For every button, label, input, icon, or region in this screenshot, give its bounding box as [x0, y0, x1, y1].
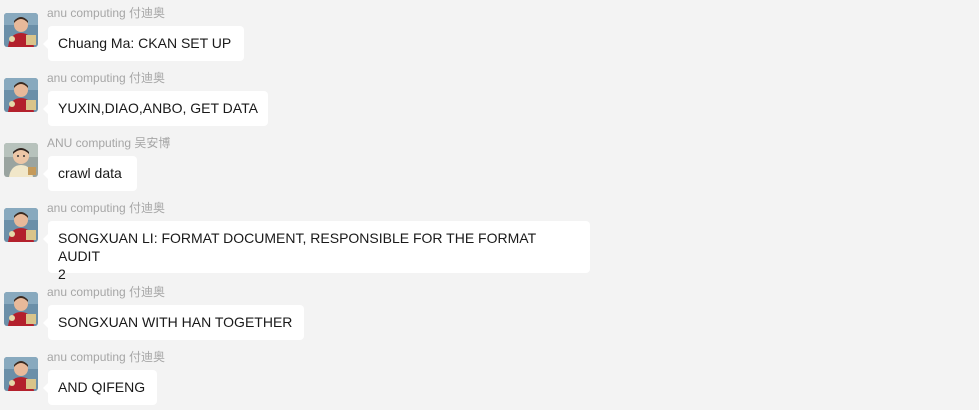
sender-avatar[interactable] [4, 357, 38, 391]
message-bubble[interactable]: crawl data [43, 156, 137, 191]
avatar-person-red-icon [4, 208, 38, 242]
message-bubble[interactable]: SONGXUAN WITH HAN TOGETHER [43, 305, 304, 340]
message-text: SONGXUAN WITH HAN TOGETHER [58, 314, 293, 330]
message-bubble[interactable]: YUXIN,DIAO,ANBO, GET DATA [43, 91, 268, 126]
message-text: Chuang Ma: CKAN SET UP [58, 35, 232, 51]
message-text: crawl data [58, 165, 122, 181]
sender-avatar[interactable] [4, 143, 38, 177]
sender-name: ANU computing 吴安博 [47, 136, 171, 150]
sender-avatar[interactable] [4, 13, 38, 47]
message-text: YUXIN,DIAO,ANBO, GET DATA [58, 100, 258, 116]
avatar-person-red-icon [4, 13, 38, 47]
avatar-person-child-icon [4, 143, 38, 177]
sender-name: anu computing 付迪奥 [47, 71, 166, 85]
sender-name: anu computing 付迪奥 [47, 6, 166, 20]
sender-avatar[interactable] [4, 208, 38, 242]
message-bubble[interactable]: AND QIFENG [43, 370, 157, 405]
message-bubble[interactable]: SONGXUAN LI: FORMAT DOCUMENT, RESPONSIBL… [43, 221, 590, 282]
avatar-person-red-icon [4, 292, 38, 326]
message-text: SONGXUAN LI: FORMAT DOCUMENT, RESPONSIBL… [58, 230, 536, 282]
sender-name: anu computing 付迪奥 [47, 350, 166, 364]
message-bubble[interactable]: Chuang Ma: CKAN SET UP [43, 26, 244, 61]
sender-avatar[interactable] [4, 78, 38, 112]
sender-name: anu computing 付迪奥 [47, 201, 166, 215]
avatar-person-red-icon [4, 357, 38, 391]
sender-avatar[interactable] [4, 292, 38, 326]
avatar-person-red-icon [4, 78, 38, 112]
chat-message-list[interactable]: anu computing 付迪奥 Chuang Ma: CKAN SET UP… [0, 0, 979, 410]
message-text: AND QIFENG [58, 379, 146, 395]
sender-name: anu computing 付迪奥 [47, 285, 166, 299]
